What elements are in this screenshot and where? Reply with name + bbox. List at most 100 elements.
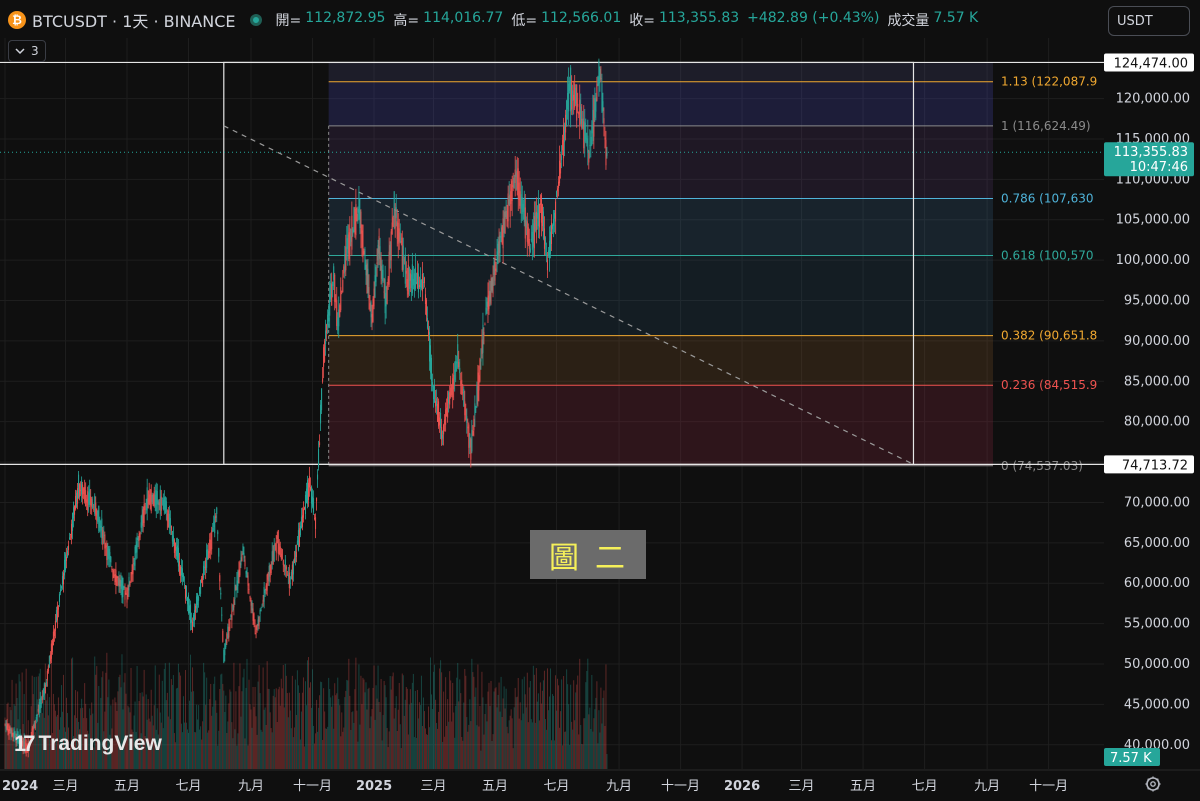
volume-bar: [478, 726, 480, 769]
candle-body: [248, 588, 250, 590]
candle-body: [320, 404, 322, 424]
candle-body: [455, 360, 457, 372]
volume-bar: [418, 702, 420, 769]
volume-bar: [285, 675, 287, 769]
candle-body: [292, 561, 294, 575]
candle-body: [573, 94, 575, 101]
volume-bar: [535, 668, 537, 769]
volume-bar: [380, 678, 382, 769]
volume-bar: [487, 691, 489, 769]
candle-body: [134, 546, 136, 566]
volume-bar: [9, 706, 11, 769]
volume-bar: [305, 705, 307, 769]
collapse-indicators-button[interactable]: 3: [8, 40, 46, 62]
volume-bar: [409, 689, 411, 769]
volume-bar: [288, 692, 290, 769]
candle-body: [328, 309, 330, 322]
volume-bar: [177, 663, 179, 769]
candle-body: [474, 403, 476, 416]
candle-body: [467, 426, 469, 429]
candle-body: [432, 382, 434, 387]
currency-selector[interactable]: USDT: [1108, 6, 1190, 36]
volume-bar: [368, 687, 370, 769]
candle-body: [99, 519, 101, 528]
volume-bar: [459, 679, 461, 769]
gear-icon[interactable]: [1144, 775, 1162, 793]
candle-body: [532, 223, 534, 247]
volume-bar: [436, 722, 438, 769]
volume-bar: [201, 739, 203, 769]
y-tick-label: 85,000.00: [1124, 374, 1190, 389]
candle-body: [184, 585, 186, 599]
volume-bar: [434, 664, 436, 769]
volume-bar: [182, 696, 184, 769]
volume-bar: [224, 712, 226, 769]
volume-bar: [11, 679, 13, 769]
candle-body: [68, 545, 70, 551]
volume-bar: [558, 685, 560, 769]
volume-bar: [401, 673, 403, 769]
candle-body: [90, 496, 92, 506]
volume-bar: [240, 716, 242, 769]
candle-body: [197, 593, 199, 606]
candle-body: [361, 230, 363, 248]
candle-body: [326, 324, 328, 333]
chart-stage[interactable]: 1.13 (122,087.9 1 (116,624.49) 0.786 (107,…: [0, 0, 1200, 801]
candle-body: [129, 581, 131, 586]
candle-body: [459, 367, 461, 374]
volume-bar: [318, 707, 320, 769]
volume-bar: [249, 704, 251, 769]
candle-body: [88, 492, 90, 505]
tradingview-watermark[interactable]: 17 TradingView: [14, 731, 162, 757]
candle-body: [152, 494, 154, 507]
candle-body: [502, 218, 504, 249]
candle-body: [122, 577, 124, 597]
candle-body: [73, 507, 75, 519]
candle-body: [187, 597, 189, 605]
volume-bar: [591, 674, 593, 769]
volume-bar: [347, 680, 349, 769]
candle-body: [206, 549, 208, 568]
open-label: 開=: [275, 13, 302, 29]
candle-body: [419, 280, 421, 288]
candle-body: [64, 554, 66, 571]
candle-body: [519, 191, 521, 206]
volume-bar: [280, 678, 282, 769]
price-chart[interactable]: 1.13 (122,087.9 1 (116,624.49) 0.786 (107,…: [0, 0, 1200, 801]
candle-body: [40, 702, 42, 705]
candle-body: [583, 121, 585, 149]
volume-bar: [208, 730, 210, 769]
candle-body: [107, 546, 109, 559]
candle-body: [47, 665, 49, 672]
candle-body: [533, 216, 535, 249]
bitcoin-icon[interactable]: ₿: [8, 11, 26, 29]
candle-body: [388, 251, 390, 285]
candle-body: [102, 530, 104, 545]
candle-body: [62, 573, 64, 585]
volume-bar: [163, 668, 165, 769]
candle-body: [375, 267, 377, 283]
candle-body: [606, 152, 608, 157]
volume-bar: [490, 680, 492, 769]
volume-bar: [193, 691, 195, 769]
volume-bar: [392, 672, 394, 769]
symbol-title[interactable]: BTCUSDT · 1天 · BINANCE: [32, 8, 236, 32]
volume-bar: [321, 682, 323, 769]
candle-body: [462, 392, 464, 394]
volume-bar: [227, 721, 229, 769]
candle-body: [117, 576, 119, 586]
candle-body: [254, 625, 256, 627]
volume-bar: [503, 686, 505, 769]
volume-bar: [554, 740, 556, 769]
candle-body: [69, 537, 71, 540]
candle-body: [253, 613, 255, 625]
volume-bar: [605, 664, 607, 769]
x-tick-label: 十一月: [661, 779, 700, 794]
candle-body: [398, 228, 400, 242]
volume-bar: [361, 704, 363, 769]
volume-bar: [441, 672, 443, 769]
candle-body: [315, 517, 317, 529]
candle-body: [95, 502, 97, 516]
candle-body: [400, 241, 402, 243]
candle-body: [496, 251, 498, 260]
